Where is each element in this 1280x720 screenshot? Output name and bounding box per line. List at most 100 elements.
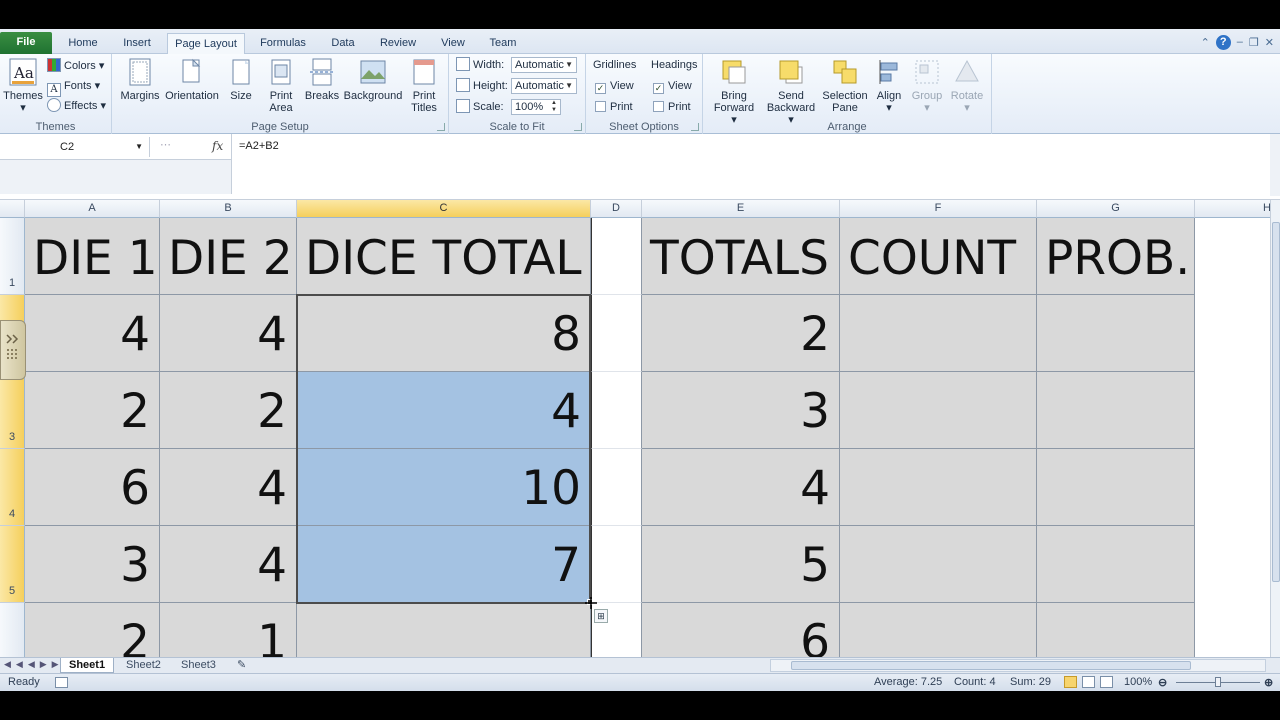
background-button[interactable]: Background [341,57,405,102]
cell-f2[interactable] [840,295,1037,372]
cell-g1[interactable]: PROB. [1037,218,1195,295]
cell-f3[interactable] [840,372,1037,449]
cell-g4[interactable] [1037,449,1195,526]
tab-insert[interactable]: Insert [114,33,160,54]
formula-bar-scrollbar[interactable] [1270,134,1280,196]
orientation-button[interactable]: Orientation [162,57,222,102]
row-header-5[interactable]: 5 [0,526,25,603]
tab-page-layout[interactable]: Page Layout [167,33,245,55]
tab-view[interactable]: View [430,33,476,54]
macro-record-icon[interactable] [55,677,68,688]
cell-e3[interactable]: 3 [642,372,840,449]
cell-g5[interactable] [1037,526,1195,603]
cell-e2[interactable]: 2 [642,295,840,372]
row-header-1[interactable]: 1 [0,218,25,295]
column-header-g[interactable]: G [1037,200,1195,218]
auto-fill-options-icon[interactable]: ⊞ [594,609,608,623]
height-dropdown[interactable]: Automatic ▼ [511,78,577,95]
zoom-out-icon[interactable]: ⊖ [1158,676,1167,689]
cell-f1[interactable]: COUNT [840,218,1037,295]
tab-data[interactable]: Data [320,33,366,54]
cell-b3[interactable]: 2 [160,372,297,449]
tab-team[interactable]: Team [483,33,523,54]
horizontal-scrollbar[interactable] [770,659,1266,672]
cell-e5[interactable]: 5 [642,526,840,603]
gridlines-view-checkbox[interactable]: ✓ View [595,77,634,95]
cell-a5[interactable]: 3 [25,526,160,603]
column-header-e[interactable]: E [642,200,840,218]
cell-b5[interactable]: 4 [160,526,297,603]
chevron-down-icon[interactable]: ▼ [135,137,143,157]
row-header-4[interactable]: 4 [0,449,25,526]
zoom-in-icon[interactable]: ⊕ [1264,676,1273,689]
cell-g2[interactable] [1037,295,1195,372]
close-icon[interactable]: ✕ [1265,36,1274,49]
sheet-tab-sheet3[interactable]: Sheet3 [173,658,224,673]
cell-b2[interactable]: 4 [160,295,297,372]
sheet-tab-sheet2[interactable]: Sheet2 [118,658,169,673]
column-header-d[interactable]: D [591,200,642,218]
help-icon[interactable]: ? [1215,34,1231,50]
cell-d5[interactable] [591,526,642,603]
scale-to-fit-launcher-icon[interactable] [574,123,582,131]
print-titles-button[interactable]: Print Titles [406,57,442,114]
normal-view-icon[interactable] [1064,676,1077,688]
cell-d3[interactable] [591,372,642,449]
row-header-6[interactable]: 6 [0,603,25,657]
cell-d2[interactable] [591,295,642,372]
tab-formulas[interactable]: Formulas [253,33,313,54]
side-panel-handle[interactable] [0,320,26,380]
headings-print-checkbox[interactable]: Print [653,98,691,116]
fonts-button[interactable]: A Fonts ▾ [47,77,100,97]
cell-b1[interactable]: DIE 2 [160,218,297,295]
width-dropdown[interactable]: Automatic ▼ [511,57,577,74]
insert-function-icon[interactable]: fx [212,139,223,153]
cell-a6[interactable]: 2 [25,603,160,657]
column-header-a[interactable]: A [25,200,160,218]
sheet-nav-arrows-icon[interactable]: ◀◀◀▶▶ [4,659,64,670]
cell-c6[interactable] [297,603,591,657]
sheet-options-launcher-icon[interactable] [691,123,699,131]
formula-input[interactable]: =A2+B2 [231,134,1270,194]
breaks-button[interactable]: Breaks [302,57,342,102]
cell-b6[interactable]: 1 [160,603,297,657]
column-header-c[interactable]: C [297,200,591,218]
row-header-3[interactable]: 3 [0,372,25,449]
zoom-level[interactable]: 100% [1124,676,1152,688]
themes-button[interactable]: Aa Themes ▾ [3,57,43,114]
sheet-tab-sheet1[interactable]: Sheet1 [60,658,115,673]
tab-home[interactable]: Home [60,33,106,54]
scale-spinner[interactable]: 100% ▲ ▼ [511,99,561,116]
formula-bar-resize-handle[interactable]: ⋯ [160,138,190,152]
page-setup-launcher-icon[interactable] [437,123,445,131]
tab-review[interactable]: Review [373,33,423,54]
cell-a3[interactable]: 2 [25,372,160,449]
align-button[interactable]: Align ▾ [873,57,905,114]
rotate-button[interactable]: Rotate ▾ [947,57,987,114]
bring-forward-button[interactable]: Bring Forward ▾ [711,57,757,126]
cell-g6[interactable] [1037,603,1195,657]
cell-f6[interactable] [840,603,1037,657]
margins-button[interactable]: Margins [118,57,162,102]
cell-e4[interactable]: 4 [642,449,840,526]
cell-b4[interactable]: 4 [160,449,297,526]
size-button[interactable]: Size [226,57,256,102]
cell-a4[interactable]: 6 [25,449,160,526]
column-header-h[interactable]: H [1195,200,1270,218]
cell-e6[interactable]: 6 [642,603,840,657]
zoom-slider-thumb[interactable] [1215,677,1221,687]
cell-d1[interactable] [591,218,642,295]
horizontal-scroll-thumb[interactable] [791,661,1191,670]
column-header-f[interactable]: F [840,200,1037,218]
select-all-corner[interactable] [0,200,25,218]
restore-icon[interactable]: ❐ [1249,36,1259,49]
spinner-arrows-icon[interactable]: ▲ ▼ [551,100,557,114]
column-header-b[interactable]: B [160,200,297,218]
cell-e1[interactable]: TOTALS [642,218,840,295]
page-break-preview-icon[interactable] [1100,676,1113,688]
selection-pane-button[interactable]: Selection Pane [820,57,870,114]
group-button[interactable]: Group ▾ [909,57,945,114]
print-area-button[interactable]: Print Area [262,57,300,114]
cell-d4[interactable] [591,449,642,526]
colors-button[interactable]: Colors ▾ [47,57,104,75]
